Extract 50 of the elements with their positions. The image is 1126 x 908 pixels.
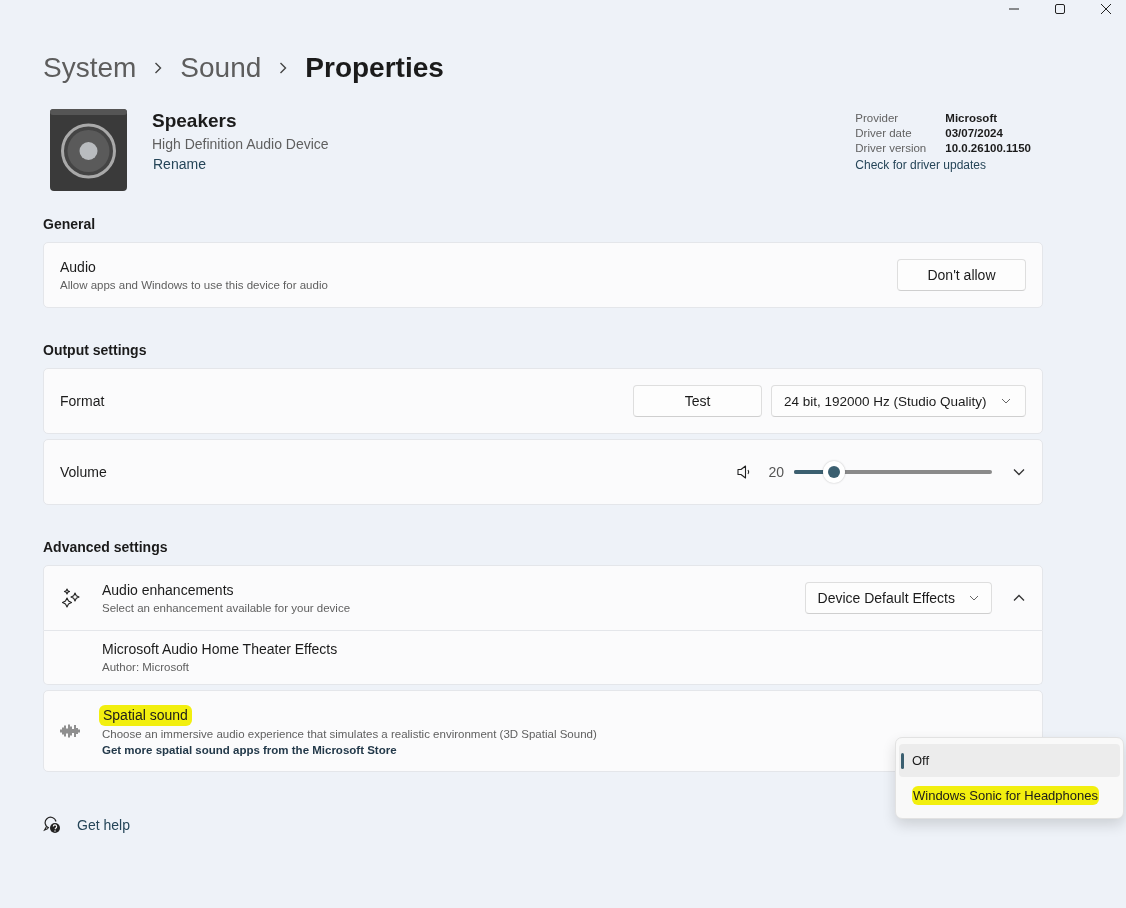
setting-title: Audio enhancements [102,580,235,600]
info-label: Driver date [855,127,913,139]
breadcrumb-link[interactable]: Sound [180,52,262,84]
store-link[interactable]: Get more spatial sound apps from the Microsoft Store [102,741,597,758]
setting-description: Select an enhancement available for your device [102,600,351,616]
section-heading: General [43,215,97,233]
chevron-right-icon [154,62,163,74]
volume-reading: 20 [768,464,784,480]
setting-description: Allow apps and Windows to use this device for audio [60,277,328,293]
menu-option[interactable]: Off [899,744,1120,777]
info-label: Provider [855,112,900,124]
chevron-right-icon [279,62,288,74]
caret-icon[interactable] [1013,468,1025,476]
setting-title: Volume [60,462,107,482]
menu-option[interactable]: Windows Sonic for Headphones [899,779,1120,812]
device-description: High Definition Audio Device [152,135,329,154]
selection-indicator [901,753,904,769]
maximize-icon[interactable] [1054,3,1066,15]
device-name: Speakers [152,109,238,133]
info-value: 10.0.26100.1150 [945,142,1031,154]
item-title: Microsoft Audio Home Theater Effects [102,640,338,659]
highlight-mark: Windows Sonic for Headphones [912,786,1099,805]
section-heading: Output settings [43,341,148,359]
format-dropdown[interactable]: 24 bit, 192000 Hz (Studio Quality) [771,385,1026,417]
help-icon [43,816,61,834]
rename-link[interactable]: Rename [153,154,329,174]
setting-description: Choose an immersive audio experience that simulates a realistic environment (3D Spatial Sound) [102,726,597,742]
caret-icon[interactable] [1013,594,1025,602]
item-description: Author: Microsoft [102,660,190,675]
caret-icon [1000,398,1011,404]
section-heading: Advanced settings [43,538,169,556]
info-value: Microsoft [945,112,999,124]
breadcrumb-link[interactable]: System [43,52,137,84]
waveform-icon [60,722,81,740]
get-help-link[interactable]: Get help [77,817,130,833]
page-title: Properties [305,52,444,84]
close-icon[interactable] [1100,3,1112,15]
sparkles-icon [60,587,82,609]
driver-updates-link[interactable]: Check for driver updates [855,158,1031,172]
setting-title: Spatial sound [99,704,192,726]
info-label: Driver version [855,142,928,154]
effects-dropdown[interactable]: Device Default Effects [804,582,992,614]
test-button[interactable]: Test [633,385,762,417]
slider-thumb[interactable] [822,461,845,483]
setting-title: Format [60,391,105,411]
caret-icon [969,595,979,601]
dont-allow-button[interactable]: Don't allow [897,259,1026,291]
setting-title: Audio [60,257,97,277]
info-value: 03/07/2024 [945,127,1004,139]
volume-slider[interactable] [794,461,992,483]
